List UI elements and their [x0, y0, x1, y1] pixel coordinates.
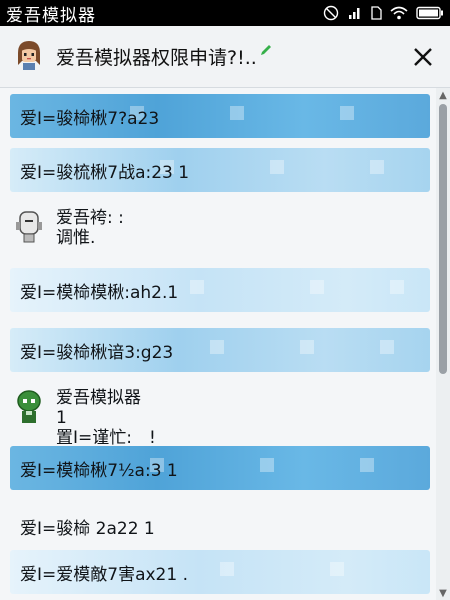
list-item-label: 爱Ⅰ=模椧模楸:ah2.1: [20, 282, 179, 303]
sim-icon: [370, 6, 382, 20]
list-item-label: 爱Ⅰ=骏梳楸7战a:23 1: [20, 162, 190, 183]
message-line: 置Ⅰ=谨忙: !: [56, 428, 156, 448]
list-item[interactable]: 爱Ⅰ=骏椧 2a22 1: [10, 504, 430, 548]
scroll-up-icon[interactable]: ▲: [436, 88, 450, 102]
list-item[interactable]: 爱Ⅰ=模椧楸7½a:3 1: [10, 446, 430, 490]
close-button[interactable]: [408, 42, 438, 72]
message-line: 1: [56, 408, 67, 428]
robot-icon: [14, 208, 44, 252]
list-item-label: 爱Ⅰ=骏椧 2a22 1: [20, 518, 155, 539]
list-item[interactable]: 爱Ⅰ=爱模敵7害ax21 .: [10, 550, 430, 594]
dialog-title: 爱吾模拟器权限申请?!..: [56, 47, 257, 69]
status-icons: [322, 5, 444, 21]
message-entry: 爱吾模拟器 1 置Ⅰ=谨忙: !: [14, 388, 156, 448]
scroll-down-icon[interactable]: ▼: [436, 586, 450, 600]
wifi-icon: [390, 6, 408, 20]
scrollbar[interactable]: ▲ ▼: [436, 88, 450, 600]
message-entry: 爱吾袴: : 调惟.: [14, 208, 124, 252]
status-bar: 爱吾模拟器: [0, 0, 450, 26]
dialog-header: 爱吾模拟器权限申请?!..: [0, 26, 450, 88]
list-item[interactable]: 爱Ⅰ=骏梳楸7战a:23 1: [10, 148, 430, 192]
list-item-label: 爱Ⅰ=模椧楸7½a:3 1: [20, 460, 178, 481]
girl-avatar-icon: [14, 39, 44, 75]
message-title: 爱吾模拟器: [56, 388, 141, 408]
status-app-name: 爱吾模拟器: [6, 5, 96, 26]
list-item-label: 爱Ⅰ=骏椧楸谙3:g23: [20, 342, 174, 363]
message-line: 爱吾袴: :: [56, 208, 124, 228]
list-item-label: 爱Ⅰ=骏椧楸7?a23: [20, 108, 160, 129]
message-line: 调惟.: [56, 228, 96, 248]
battery-icon: [416, 6, 444, 20]
do-not-disturb-icon: [322, 5, 340, 21]
close-icon: [414, 48, 432, 66]
green-alien-icon: [14, 388, 44, 432]
signal-icon: [348, 6, 362, 20]
list-item[interactable]: 爱Ⅰ=骏椧楸7?a23: [10, 94, 430, 138]
scroll-thumb[interactable]: [439, 104, 447, 374]
list-item[interactable]: 爱Ⅰ=模椧模楸:ah2.1: [10, 268, 430, 312]
permission-list: 爱Ⅰ=骏椧楸7?a23 爱Ⅰ=骏梳楸7战a:23 1 爱吾袴: : 调惟. 爱Ⅰ…: [0, 88, 436, 600]
list-item[interactable]: 爱Ⅰ=骏椧楸谙3:g23: [10, 328, 430, 372]
pencil-icon: [259, 43, 273, 61]
list-item-label: 爱Ⅰ=爱模敵7害ax21 .: [20, 564, 188, 585]
